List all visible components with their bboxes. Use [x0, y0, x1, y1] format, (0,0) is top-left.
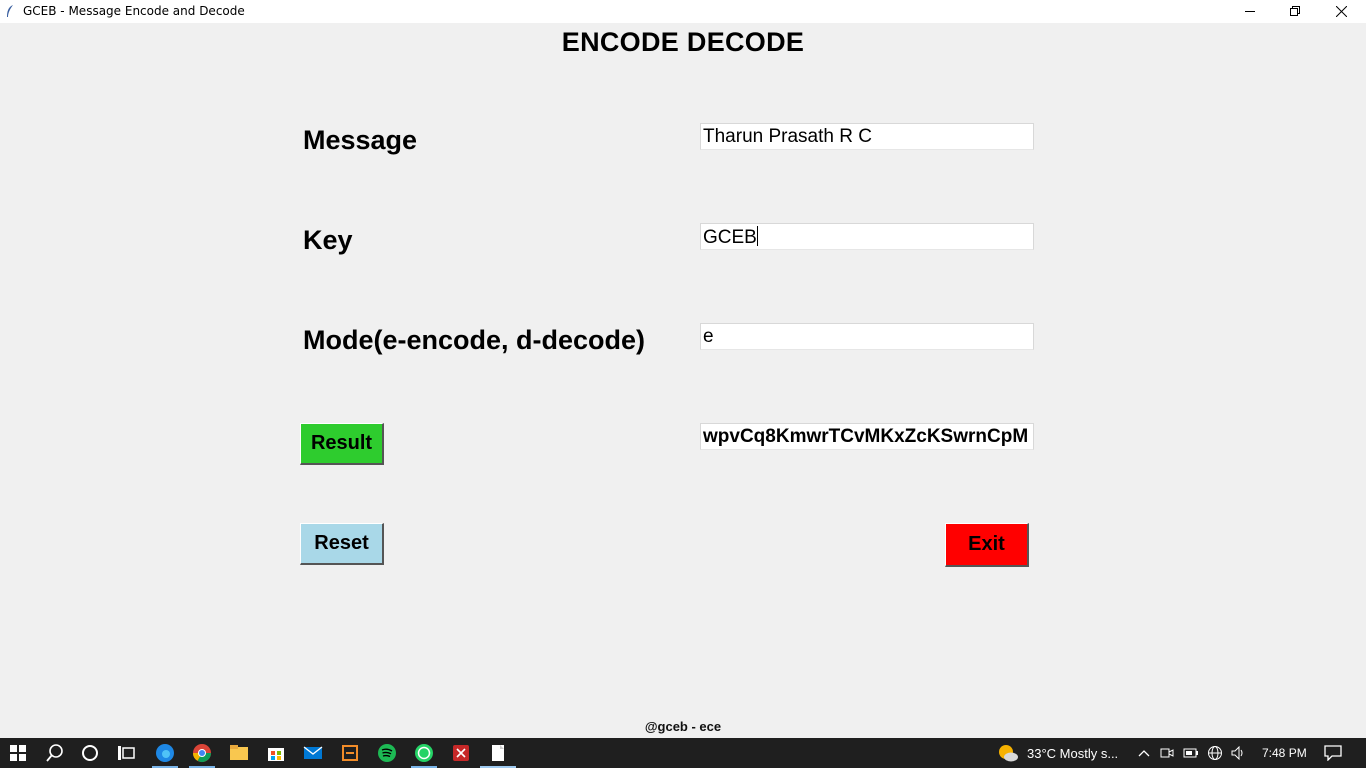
result-value: wpvCq8KmwrTCvMKxZcKSwrnCpM	[703, 426, 1029, 447]
restore-icon	[1289, 6, 1300, 16]
weather-icon[interactable]	[997, 742, 1019, 764]
message-value: Tharun Prasath R C	[703, 126, 872, 147]
network-globe-icon[interactable]	[1204, 742, 1226, 764]
window-title: GCEB - Message Encode and Decode	[23, 4, 245, 18]
message-input[interactable]: Tharun Prasath R C	[700, 123, 1034, 150]
edge-icon[interactable]	[154, 742, 176, 764]
minimize-button[interactable]	[1227, 0, 1273, 23]
feather-icon	[5, 4, 17, 18]
mode-value: e	[703, 326, 714, 347]
notifications-icon[interactable]	[1322, 742, 1344, 764]
orange-app-icon[interactable]	[339, 742, 361, 764]
reset-button[interactable]: Reset	[300, 523, 384, 565]
key-value: GCEB	[703, 227, 757, 248]
battery-icon[interactable]	[1180, 742, 1202, 764]
weather-text[interactable]: 33°C Mostly s...	[1027, 746, 1118, 761]
page-title: ENCODE DECODE	[561, 27, 805, 57]
footer-credit: @gceb - ece	[644, 719, 722, 734]
store-icon[interactable]	[265, 742, 287, 764]
chrome-icon[interactable]	[191, 742, 213, 764]
file-explorer-icon[interactable]	[228, 742, 250, 764]
result-output[interactable]: wpvCq8KmwrTCvMKxZcKSwrnCpM	[700, 423, 1034, 450]
task-view-icon[interactable]	[115, 742, 137, 764]
red-app-icon[interactable]	[450, 742, 472, 764]
mode-label: Mode(e-encode, d-decode)	[303, 325, 646, 355]
exit-button[interactable]: Exit	[945, 523, 1029, 567]
spotify-icon[interactable]	[376, 742, 398, 764]
notepad-icon[interactable]	[487, 742, 509, 764]
key-label: Key	[303, 225, 353, 255]
message-label: Message	[303, 125, 418, 155]
mode-input[interactable]: e	[700, 323, 1034, 350]
minimize-icon	[1244, 11, 1255, 12]
whatsapp-icon[interactable]	[413, 742, 435, 764]
title-bar: GCEB - Message Encode and Decode	[0, 0, 1366, 23]
clock-time[interactable]: 7:48 PM	[1262, 746, 1307, 760]
chevron-up-icon[interactable]	[1133, 742, 1155, 764]
text-caret	[756, 226, 758, 246]
result-button[interactable]: Result	[300, 423, 384, 465]
close-button[interactable]	[1318, 0, 1364, 23]
cortana-icon[interactable]	[79, 742, 101, 764]
close-icon	[1335, 6, 1347, 17]
key-input[interactable]: GCEB	[700, 223, 1034, 250]
search-icon[interactable]	[44, 742, 66, 764]
restore-button[interactable]	[1272, 0, 1318, 23]
mail-icon[interactable]	[302, 742, 324, 764]
meet-now-icon[interactable]	[1156, 742, 1178, 764]
windows-start-icon[interactable]	[7, 742, 29, 764]
taskbar: 33°C Mostly s... 7:48 PM	[0, 738, 1366, 768]
volume-icon[interactable]	[1228, 742, 1250, 764]
